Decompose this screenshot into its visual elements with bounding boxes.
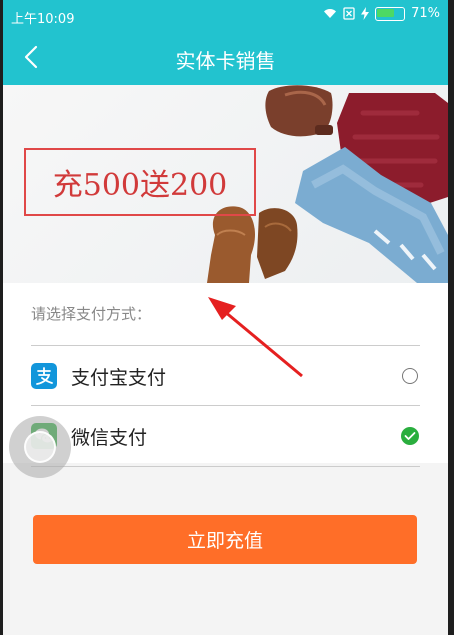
no-sim-icon [343,7,355,20]
radio-selected-check-icon[interactable] [401,427,419,445]
payment-prompt: 请选择支付方式： [31,305,152,323]
title-bar: 实体卡销售 [3,30,448,85]
promo-banner[interactable]: 充500送200 [3,85,448,283]
payment-option-label: 微信支付 [71,426,148,449]
payment-option-wechat[interactable]: 微信支付 [31,405,420,467]
battery-icon [375,6,406,21]
page-title: 实体卡销售 [175,49,276,73]
wifi-icon [324,9,337,18]
battery-percent: 71% [411,6,440,21]
radio-unselected-icon[interactable] [402,368,418,384]
charging-icon [361,7,370,20]
alipay-icon [31,363,57,389]
status-time: 上午10:09 [11,12,75,27]
floating-assistive-button[interactable] [9,416,71,478]
phone-screen: 上午10:09 71% 实体卡销售 充500送200 请选择支付方式： 支付宝支… [3,0,448,635]
payment-option-alipay[interactable]: 支付宝支付 [31,345,420,406]
assistive-button-inner [24,431,56,463]
promo-text: 充500送200 [24,148,256,216]
payment-section: 请选择支付方式： 支付宝支付 微信支付 [3,283,448,467]
status-icons: 71% [323,6,440,21]
payment-option-label: 支付宝支付 [71,366,167,389]
battery-level [377,8,395,17]
recharge-now-button[interactable]: 立即充值 [33,515,417,564]
status-bar: 上午10:09 71% [3,0,448,30]
